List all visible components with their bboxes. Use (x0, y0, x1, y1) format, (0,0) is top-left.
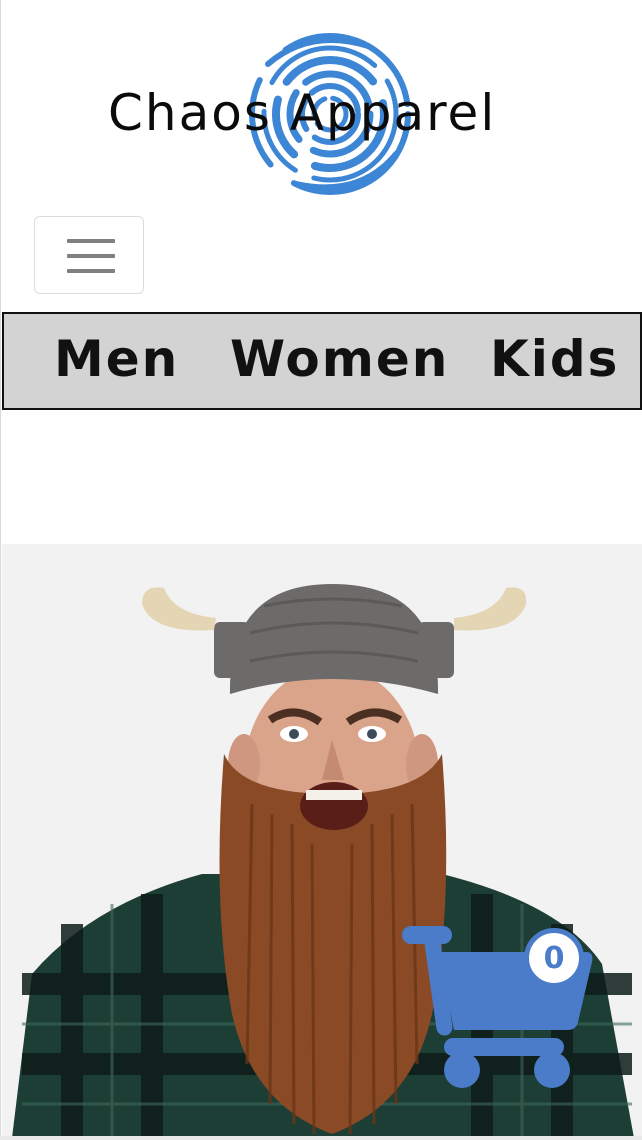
hamburger-bar (67, 239, 115, 243)
nav-item-kids[interactable]: Kids (490, 332, 619, 387)
page-edge-rule (0, 0, 1, 1140)
nav-item-men[interactable]: Men (54, 332, 179, 387)
page: Chaos Apparel Men Women Kids 0 (0, 0, 642, 1140)
brand-logo[interactable]: Chaos Apparel (100, 24, 570, 200)
brand-logo-text: Chaos Apparel (108, 84, 497, 142)
cart-button[interactable]: 0 (398, 922, 598, 1092)
menu-toggle-button[interactable] (34, 216, 144, 294)
hero-bottom-rule (0, 1136, 642, 1140)
category-nav: Men Women Kids (2, 312, 642, 410)
hamburger-bar (67, 254, 115, 258)
nav-item-women[interactable]: Women (230, 332, 449, 387)
hamburger-bar (67, 269, 115, 273)
cart-count-badge: 0 (524, 928, 584, 988)
